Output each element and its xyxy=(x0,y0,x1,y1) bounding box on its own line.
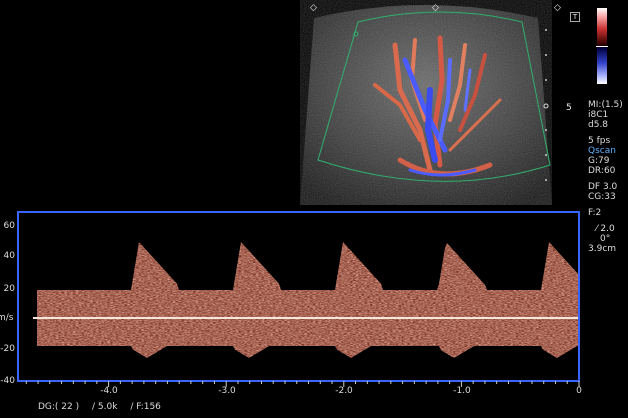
status-bar: DG:( 22 ) / 5.0k / F:156 xyxy=(38,402,171,412)
y-tick-60: 60 xyxy=(3,221,15,231)
y-tick-20: 20 xyxy=(3,284,15,294)
angle-value: ⁄ 2.0 xyxy=(596,224,615,234)
sector-depth-marker: 5 xyxy=(566,103,572,113)
acquisition-info-panel: MI:(1.5) i8C1 d5.8 5 fps Qscan G:79 DR:6… xyxy=(588,100,623,254)
x-tick-0: 0 xyxy=(576,386,582,396)
sector-image-svg xyxy=(300,0,552,205)
df-value: DF 3.0 xyxy=(588,182,618,192)
orientation-marker-icon: T xyxy=(570,12,580,22)
gain-value: G:79 xyxy=(588,156,610,166)
mi-value: MI:(1.5) xyxy=(588,100,623,110)
y-tick-40: 40 xyxy=(3,251,15,261)
doppler-spectrum-panel[interactable] xyxy=(17,211,580,382)
x-tick-minus-3: -3.0 xyxy=(218,386,236,396)
y-tick-minus-20: -20 xyxy=(0,344,15,354)
color-doppler-image xyxy=(300,0,552,205)
frame-count: / F:156 xyxy=(130,402,161,412)
top-right-diamond-icon: ◇ xyxy=(554,3,561,13)
depth-value: d5.8 xyxy=(588,120,609,130)
angle-degrees: 0° xyxy=(600,234,611,244)
x-tick-minus-2: -2.0 xyxy=(335,386,353,396)
color-bar-baseline xyxy=(596,46,608,47)
y-tick-minus-40: -40 xyxy=(0,376,15,386)
cg-value: CG:33 xyxy=(588,192,616,202)
scan-mode: Qscan xyxy=(588,146,616,156)
x-tick-minus-4: -4.0 xyxy=(100,386,118,396)
probe-name: i8C1 xyxy=(588,110,609,120)
frame-rate: 5 fps xyxy=(588,136,611,146)
top-left-diamond-icon: ◇ xyxy=(310,3,317,13)
prf-value: / 5.0k xyxy=(92,402,118,412)
top-center-diamond-icon: ◇ xyxy=(432,3,439,13)
doppler-gain: DG:( 22 ) xyxy=(38,402,80,412)
spectrum-waveform-svg xyxy=(33,242,578,358)
dynamic-range: DR:60 xyxy=(588,166,616,176)
gate-depth: 3.9cm xyxy=(588,244,617,254)
angle-icon: ⁄ xyxy=(596,224,598,234)
x-tick-minus-1: -1.0 xyxy=(453,386,471,396)
filter-value: F:2 xyxy=(588,208,602,218)
y-axis-unit: m/s xyxy=(0,313,14,323)
